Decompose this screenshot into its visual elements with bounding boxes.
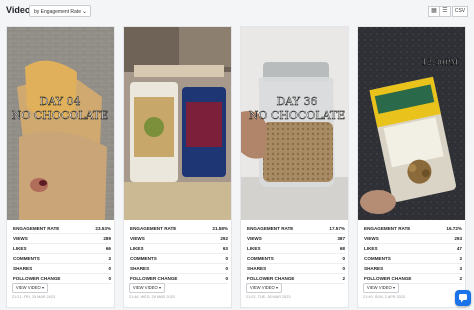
page-header: Videos by Engagement Rate ⌄ ▦ ☰ CSV [0, 0, 474, 24]
stat-row: ENGAGEMENT RATE 23.53% [13, 224, 111, 234]
post-date: 21:21, FRI, 25 MAR 2023 [12, 295, 56, 299]
overlay-text-line1: DAY 04 [39, 95, 80, 108]
stat-row: LIKES 63 [130, 244, 228, 254]
view-video-button[interactable]: VIEW VIDEO ▾ [246, 283, 282, 293]
grid-view-icon: ▦ [431, 8, 437, 14]
stats-table: ENGAGEMENT RATE 16.72% VIEWS 293 LIKES 47 C… [364, 224, 462, 284]
video-thumbnail[interactable] [124, 27, 231, 220]
view-video-button[interactable]: VIEW VIDEO ▾ [129, 283, 165, 293]
stat-row: VIEWS 289 [13, 234, 111, 244]
video-thumbnail[interactable]: 12:30PM [358, 27, 465, 220]
chat-button[interactable] [455, 290, 471, 306]
stat-row: COMMENTS 2 [13, 254, 111, 264]
stat-row: COMMENTS 2 [364, 254, 462, 264]
stat-row: LIKES 66 [13, 244, 111, 254]
stat-row: SHARES 0 [13, 264, 111, 274]
stat-row: VIEWS 293 [364, 234, 462, 244]
stat-row: SHARES 3 [364, 264, 462, 274]
list-view-toggle[interactable]: ☰ [439, 6, 451, 17]
stat-row: VIEWS 387 [247, 234, 345, 244]
stat-row: ENGAGEMENT RATE 21.58% [130, 224, 228, 234]
post-date: 21:02, TUE, 28 MAR 2023 [246, 295, 291, 299]
view-video-button[interactable]: VIEW VIDEO ▾ [12, 283, 48, 293]
sort-select[interactable]: by Engagement Rate ⌄ [29, 5, 91, 17]
overlay-text-line1: 12:30PM [422, 58, 459, 67]
chat-icon [459, 294, 467, 303]
csv-export-button[interactable]: CSV [452, 6, 468, 17]
post-date: 21:46, WED, 29 MAR 2023 [129, 295, 175, 299]
stat-row: SHARES 0 [130, 264, 228, 274]
video-thumbnail[interactable]: DAY 36 NO CHOCOLATE [241, 27, 348, 220]
overlay-text-line2: NO CHOCOLATE [12, 109, 109, 122]
sort-select-label: by Engagement Rate [34, 9, 81, 15]
video-card: ENGAGEMENT RATE 21.58% VIEWS 292 LIKES 63 C… [123, 26, 232, 308]
video-card: DAY 36 NO CHOCOLATE ENGAGEMENT RATE 17.57… [240, 26, 349, 308]
video-card: 12:30PM ENGAGEMENT RATE 16.72% VIEWS 293 L… [357, 26, 466, 308]
stat-row: ENGAGEMENT RATE 17.57% [247, 224, 345, 234]
stat-row: LIKES 47 [364, 244, 462, 254]
stat-row: COMMENTS 0 [247, 254, 345, 264]
overlay-text-line2: NO CHOCOLATE [249, 109, 346, 122]
stat-row: SHARES 0 [247, 264, 345, 274]
stat-row: LIKES 68 [247, 244, 345, 254]
video-card: DAY 04 NO CHOCOLATE ENGAGEMENT RATE 23.53… [6, 26, 115, 308]
video-thumbnail[interactable]: DAY 04 NO CHOCOLATE [7, 27, 114, 220]
overlay-text-line1: DAY 36 [276, 95, 317, 108]
stat-row: COMMENTS 0 [130, 254, 228, 264]
chevron-down-icon: ⌄ [81, 9, 87, 15]
list-view-icon: ☰ [442, 8, 448, 14]
stats-table: ENGAGEMENT RATE 23.53% VIEWS 289 LIKES 66 C… [13, 224, 111, 284]
stat-row: ENGAGEMENT RATE 16.72% [364, 224, 462, 234]
view-video-button[interactable]: VIEW VIDEO ▾ [363, 283, 399, 293]
stats-table: ENGAGEMENT RATE 21.58% VIEWS 292 LIKES 63 C… [130, 224, 228, 284]
stats-table: ENGAGEMENT RATE 17.57% VIEWS 387 LIKES 68 C… [247, 224, 345, 284]
stat-row: VIEWS 292 [130, 234, 228, 244]
post-date: 21:49, SUN, 2 APR 2023 [363, 295, 406, 299]
